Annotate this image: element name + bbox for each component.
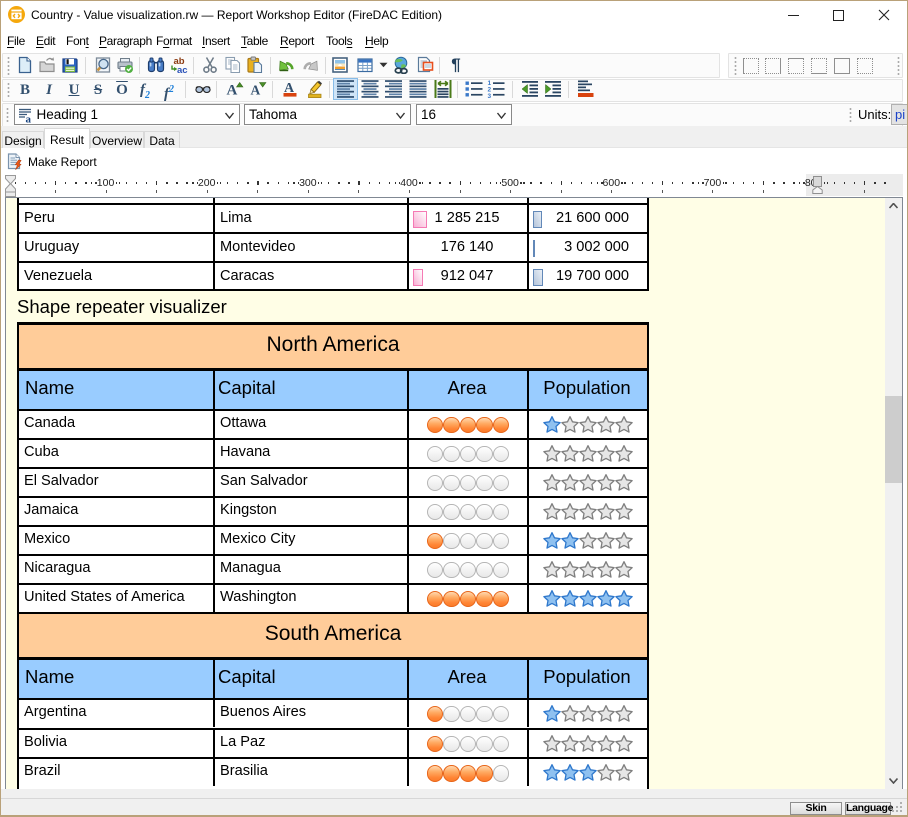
svg-text:A: A xyxy=(227,83,238,99)
svg-text:A: A xyxy=(250,83,260,98)
svg-text:3: 3 xyxy=(488,93,492,99)
svg-text:a: a xyxy=(25,113,31,123)
svg-text:ac: ac xyxy=(177,65,188,74)
